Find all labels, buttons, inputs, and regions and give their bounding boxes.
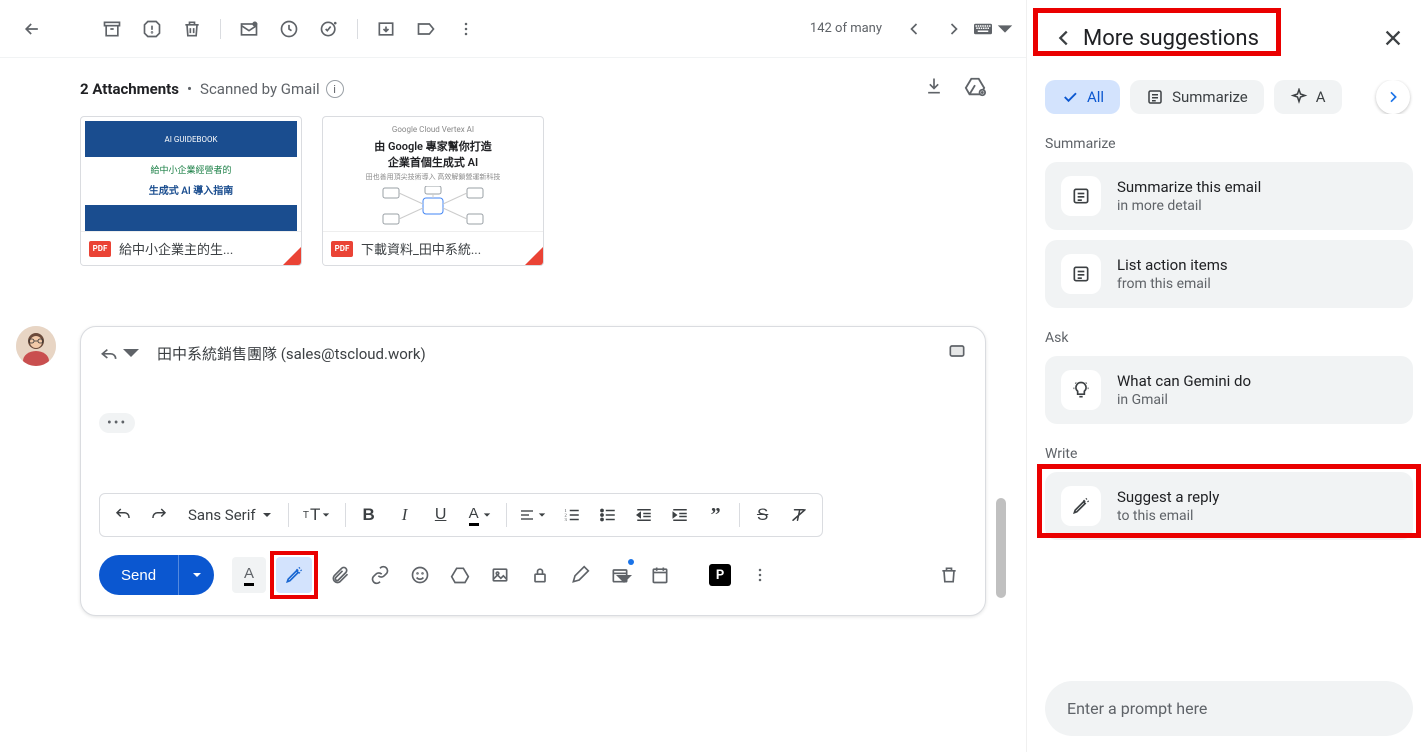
summarize-icon: [1061, 176, 1101, 216]
recipient[interactable]: 田中系統銷售團隊 (sales@tscloud.work): [157, 343, 426, 364]
move-to-icon[interactable]: [366, 9, 406, 49]
info-icon[interactable]: i: [326, 80, 344, 98]
snooze-icon[interactable]: [269, 9, 309, 49]
send-button[interactable]: Send: [99, 555, 178, 595]
labels-icon[interactable]: [406, 9, 446, 49]
strikethrough-icon[interactable]: S: [746, 498, 780, 532]
chip-summarize[interactable]: Summarize: [1130, 80, 1264, 114]
bold-icon[interactable]: B: [352, 498, 386, 532]
scrollbar[interactable]: [996, 498, 1006, 598]
remove-formatting-icon[interactable]: [782, 498, 816, 532]
pdf-badge-icon: PDF: [89, 241, 111, 257]
bullet-list-icon[interactable]: [591, 498, 625, 532]
undo-icon[interactable]: [106, 498, 140, 532]
confidential-mode-icon[interactable]: [522, 557, 558, 593]
section-summarize: Summarize: [1045, 136, 1413, 152]
insert-photo-icon[interactable]: [482, 557, 518, 593]
avatar: [16, 326, 56, 366]
italic-icon[interactable]: I: [388, 498, 422, 532]
p-badge-icon[interactable]: P: [702, 557, 738, 593]
attachments-count: 2 Attachments: [80, 80, 179, 98]
indent-more-icon[interactable]: [663, 498, 697, 532]
download-all-icon[interactable]: [924, 76, 944, 102]
svg-text:3: 3: [564, 517, 567, 522]
prompt-input[interactable]: Enter a prompt here: [1045, 681, 1413, 736]
suggestion-gemini-help[interactable]: What can Gemini doin Gmail: [1045, 356, 1413, 424]
next-message-icon[interactable]: [934, 9, 974, 49]
scanned-label: Scanned by Gmail: [200, 80, 320, 98]
compose-actions: Send A: [99, 551, 967, 599]
annotation-highlight: [1033, 8, 1281, 56]
section-ask: Ask: [1045, 330, 1413, 346]
redo-icon[interactable]: [142, 498, 176, 532]
discard-draft-icon[interactable]: [931, 557, 967, 593]
show-trimmed-button[interactable]: •••: [99, 413, 135, 433]
archive-icon[interactable]: [92, 9, 132, 49]
section-write: Write: [1045, 446, 1413, 462]
popout-icon[interactable]: [947, 341, 967, 365]
align-icon[interactable]: [513, 498, 553, 532]
report-spam-icon[interactable]: [132, 9, 172, 49]
suggestion-action-items[interactable]: List action itemsfrom this email: [1045, 240, 1413, 308]
pdf-badge-icon: PDF: [331, 241, 353, 257]
text-format-toggle-icon[interactable]: A: [232, 557, 266, 593]
attachment-card[interactable]: AI GUIDEBOOK 給中小企業經營者的 生成式 AI 導入指南 PDF 給…: [80, 116, 302, 266]
panel-close-icon[interactable]: [1373, 18, 1413, 58]
add-task-icon[interactable]: [309, 9, 349, 49]
underline-icon[interactable]: U: [424, 498, 458, 532]
chip-ask[interactable]: A: [1274, 80, 1342, 114]
save-drive-icon[interactable]: [964, 76, 986, 102]
suggestion-chips: All Summarize A: [1045, 80, 1413, 114]
annotation-highlight: [1037, 464, 1421, 538]
reply-type-button[interactable]: [99, 343, 141, 363]
font-size-icon[interactable]: TT: [295, 498, 339, 532]
text-color-icon[interactable]: A: [460, 498, 500, 532]
schedule-picker-icon[interactable]: [602, 557, 638, 593]
help-me-write-icon[interactable]: [276, 557, 312, 593]
help-me-write-highlight: [270, 551, 318, 599]
delete-icon[interactable]: [172, 9, 212, 49]
font-select[interactable]: Sans Serif: [178, 506, 282, 524]
chip-all[interactable]: All: [1045, 80, 1120, 114]
numbered-list-icon[interactable]: 123: [555, 498, 589, 532]
email-toolbar: 142 of many: [0, 0, 1026, 58]
formatting-toolbar: Sans Serif TT B I U A 123: [99, 493, 823, 537]
attachments-list: AI GUIDEBOOK 給中小企業經營者的 生成式 AI 導入指南 PDF 給…: [80, 116, 986, 266]
insert-emoji-icon[interactable]: [402, 557, 438, 593]
message-counter: 142 of many: [810, 21, 882, 36]
gemini-panel: More suggestions All Summarize A Summari…: [1027, 0, 1427, 752]
insert-signature-icon[interactable]: [562, 557, 598, 593]
indent-less-icon[interactable]: [627, 498, 661, 532]
calendar-icon[interactable]: [642, 557, 678, 593]
quote-icon[interactable]: ”: [699, 498, 733, 532]
send-options-button[interactable]: [178, 555, 214, 595]
attachment-filename: 給中小企業主的生...: [119, 239, 293, 258]
input-tools-icon[interactable]: [974, 9, 1014, 49]
more-options-icon[interactable]: [742, 557, 778, 593]
compose-box: 田中系統銷售團隊 (sales@tscloud.work) ••• Sans S…: [80, 326, 986, 616]
back-icon[interactable]: [12, 9, 52, 49]
chips-scroll-next-icon[interactable]: [1376, 80, 1410, 114]
attachment-card[interactable]: Google Cloud Vertex AI 由 Google 專家幫你打造 企…: [322, 116, 544, 266]
prev-message-icon[interactable]: [894, 9, 934, 49]
mark-unread-icon[interactable]: [229, 9, 269, 49]
insert-drive-icon[interactable]: [442, 557, 478, 593]
lightbulb-icon: [1061, 370, 1101, 410]
more-icon[interactable]: [446, 9, 486, 49]
compose-body[interactable]: •••: [99, 373, 967, 483]
suggestion-summarize-detail[interactable]: Summarize this emailin more detail: [1045, 162, 1413, 230]
send-button-group: Send: [99, 555, 214, 595]
attachments-header: 2 Attachments • Scanned by Gmail i: [80, 76, 986, 102]
insert-link-icon[interactable]: [362, 557, 398, 593]
action-items-icon: [1061, 254, 1101, 294]
attach-file-icon[interactable]: [322, 557, 358, 593]
attachment-filename: 下載資料_田中系統...: [361, 239, 535, 258]
